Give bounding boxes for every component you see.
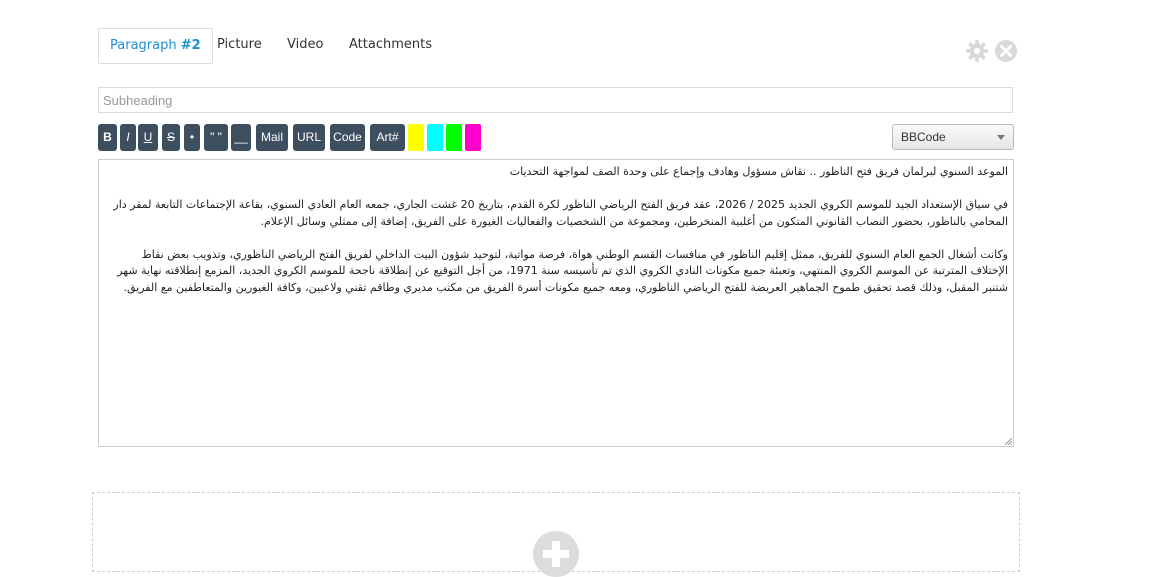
horizontal-rule-button-label: __ — [234, 130, 248, 144]
chevron-down-icon — [997, 135, 1005, 140]
url-button-label: URL — [296, 130, 321, 144]
tab-paragraph[interactable]: Paragraph #2 — [98, 28, 213, 64]
strikethrough-button-label: S — [166, 130, 175, 144]
tab-attachments[interactable]: Attachments — [349, 28, 432, 62]
editor-paragraph-2: وكانت أشغال الجمع العام السنوي للفريق، م… — [117, 247, 1008, 294]
resize-handle-icon[interactable] — [1004, 437, 1012, 445]
tab-paragraph-label: Paragraph — [110, 38, 181, 53]
quote-button-label: " " — [210, 130, 222, 144]
italic-button[interactable]: I — [120, 124, 136, 151]
underline-button-label: U — [143, 130, 153, 144]
bold-button[interactable]: B — [98, 124, 117, 151]
color-cyan-button[interactable] — [427, 124, 443, 151]
strikethrough-button[interactable]: S — [162, 124, 180, 151]
horizontal-rule-button[interactable]: __ — [231, 124, 251, 151]
gear-icon[interactable] — [966, 40, 988, 62]
bold-button-label: B — [103, 130, 112, 144]
tab-picture[interactable]: Picture — [217, 28, 262, 62]
format-select-value: BBCode — [901, 130, 946, 144]
editor-paragraph-1: في سياق الإستعداد الجيد للموسم الكروي ال… — [113, 198, 1008, 228]
underline-button[interactable]: U — [138, 124, 158, 151]
art-button[interactable]: Art# — [370, 124, 405, 151]
color-yellow-button[interactable] — [408, 124, 424, 151]
url-button[interactable]: URL — [293, 124, 325, 151]
code-button[interactable]: Code — [330, 124, 365, 151]
bullet-button-label: • — [189, 130, 195, 144]
mail-button-label: Mail — [260, 130, 283, 144]
subheading-input[interactable] — [98, 87, 1013, 113]
close-icon[interactable] — [994, 39, 1018, 63]
format-select[interactable]: BBCode — [892, 124, 1014, 150]
bullet-button[interactable]: • — [184, 124, 200, 151]
color-magenta-button[interactable] — [465, 124, 481, 151]
code-button-label: Code — [333, 130, 362, 144]
paragraph-number: #2 — [180, 38, 201, 53]
color-green-button[interactable] — [446, 124, 462, 151]
body-textarea[interactable]: الموعد السنوي لبرلمان فريق فتح الناظور .… — [98, 159, 1014, 447]
italic-button-label: I — [126, 130, 130, 144]
quote-button[interactable]: " " — [204, 124, 228, 151]
art-button-label: Art# — [376, 130, 399, 144]
tab-video[interactable]: Video — [287, 28, 323, 62]
mail-button[interactable]: Mail — [256, 124, 288, 151]
plus-circle-icon[interactable] — [533, 531, 579, 577]
editor-line-title: الموعد السنوي لبرلمان فريق فتح الناظور .… — [509, 165, 1008, 178]
